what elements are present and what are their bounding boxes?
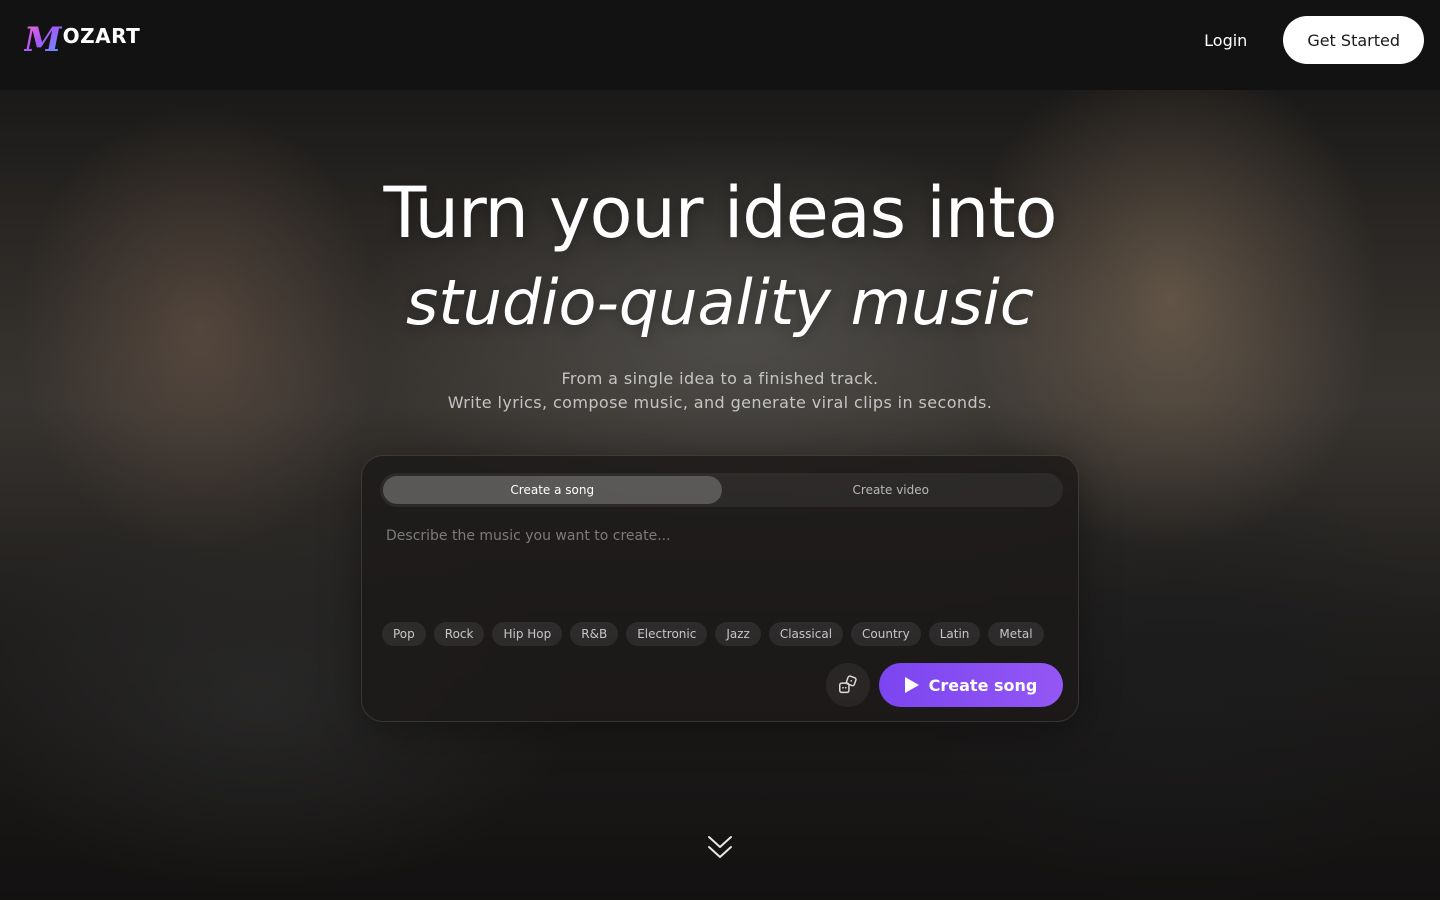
- play-icon: [904, 677, 919, 693]
- site-header: M OZART Login Get Started: [0, 0, 1440, 80]
- login-link[interactable]: Login: [1204, 31, 1247, 50]
- scroll-down-button[interactable]: [704, 832, 736, 864]
- tab-create-song[interactable]: Create a song: [383, 476, 722, 504]
- create-song-button[interactable]: Create song: [879, 663, 1063, 707]
- get-started-button[interactable]: Get Started: [1283, 16, 1424, 64]
- genre-chip-rock[interactable]: Rock: [433, 622, 485, 646]
- logo-wordmark: OZART: [62, 24, 141, 48]
- hero-overlay: [0, 0, 1440, 900]
- genre-chip-jazz[interactable]: Jazz: [715, 622, 761, 646]
- music-prompt-input[interactable]: [386, 528, 1056, 608]
- genre-chip-metal[interactable]: Metal: [988, 622, 1044, 646]
- create-song-label: Create song: [928, 675, 1038, 695]
- dice-icon: [839, 675, 857, 694]
- logo-initial: M: [24, 20, 62, 60]
- mode-tabs: Create a song Create video: [380, 473, 1063, 507]
- genre-chips: Pop Rock Hip Hop R&B Electronic Jazz Cla…: [382, 622, 1044, 646]
- genre-chip-country[interactable]: Country: [851, 622, 921, 646]
- hero-title: Turn your ideas into: [383, 172, 1058, 254]
- genre-chip-rnb[interactable]: R&B: [570, 622, 619, 646]
- composer-card: Create a song Create video Pop Rock Hip …: [361, 455, 1079, 722]
- genre-chip-hip-hop[interactable]: Hip Hop: [492, 622, 563, 646]
- mozart-logo[interactable]: M OZART: [24, 20, 140, 60]
- subtitle-line-2: Write lyrics, compose music, and generat…: [447, 393, 993, 412]
- tab-create-video[interactable]: Create video: [722, 476, 1061, 504]
- random-prompt-button[interactable]: [826, 663, 870, 707]
- genre-chip-classical[interactable]: Classical: [768, 622, 844, 646]
- subtitle-line-1: From a single idea to a finished track.: [561, 369, 879, 388]
- header-nav: Login Get Started: [1204, 16, 1424, 64]
- genre-chip-latin[interactable]: Latin: [928, 622, 981, 646]
- hero-title-italic: studio-quality music: [406, 266, 1034, 339]
- double-chevron-down-icon: [708, 836, 732, 858]
- genre-chip-electronic[interactable]: Electronic: [626, 622, 708, 646]
- hero-subtitle: From a single idea to a finished track. …: [0, 367, 1440, 415]
- genre-chip-pop[interactable]: Pop: [382, 622, 426, 646]
